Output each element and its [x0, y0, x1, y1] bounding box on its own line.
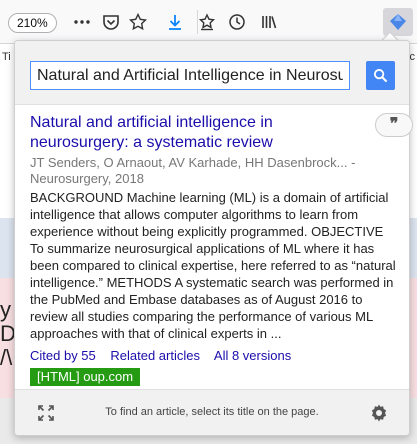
zoom-level-badge[interactable]: 210% — [8, 13, 57, 33]
related-articles-link[interactable]: Related articles — [110, 348, 200, 363]
search-result: Natural and artificial intelligence in n… — [30, 113, 413, 386]
cite-button[interactable]: ❞ — [375, 113, 413, 137]
library-icon[interactable] — [257, 10, 281, 34]
history-icon[interactable] — [225, 10, 249, 34]
search-input[interactable] — [30, 61, 350, 90]
popup-footer: To find an article, select its title on … — [15, 389, 409, 435]
download-icon[interactable] — [163, 10, 187, 34]
more-icon[interactable] — [70, 10, 94, 34]
result-snippet: BACKGROUND Machine learning (ML) is a do… — [30, 190, 396, 341]
scholar-extension-icon[interactable] — [383, 8, 413, 36]
search-icon — [373, 68, 388, 83]
background-tab-text: Ti — [2, 51, 11, 63]
popup-search-header — [15, 41, 409, 105]
browser-toolbar: 210% — [0, 0, 417, 44]
search-button[interactable] — [366, 61, 395, 90]
pocket-icon[interactable] — [99, 10, 123, 34]
all-versions-link[interactable]: All 8 versions — [214, 348, 291, 363]
footer-hint: To find an article, select its title on … — [105, 406, 319, 418]
result-links: Cited by 55 Related articles All 8 versi… — [30, 348, 400, 364]
html-fulltext-link[interactable]: [HTML] oup.com — [30, 368, 141, 386]
bookmarks-icon[interactable] — [195, 10, 219, 34]
background-tab-text-right: c — [409, 51, 416, 63]
result-title-link[interactable]: Natural and artificial intelligence in n… — [30, 113, 340, 153]
cited-by-link[interactable]: Cited by 55 — [30, 348, 96, 363]
scholar-popup: Natural and artificial intelligence in n… — [14, 40, 413, 436]
bookmark-star-icon[interactable] — [126, 10, 150, 34]
result-authors: JT Senders, O Arnaout, AV Karhade, HH Da… — [30, 155, 356, 186]
gear-icon[interactable] — [369, 403, 389, 423]
